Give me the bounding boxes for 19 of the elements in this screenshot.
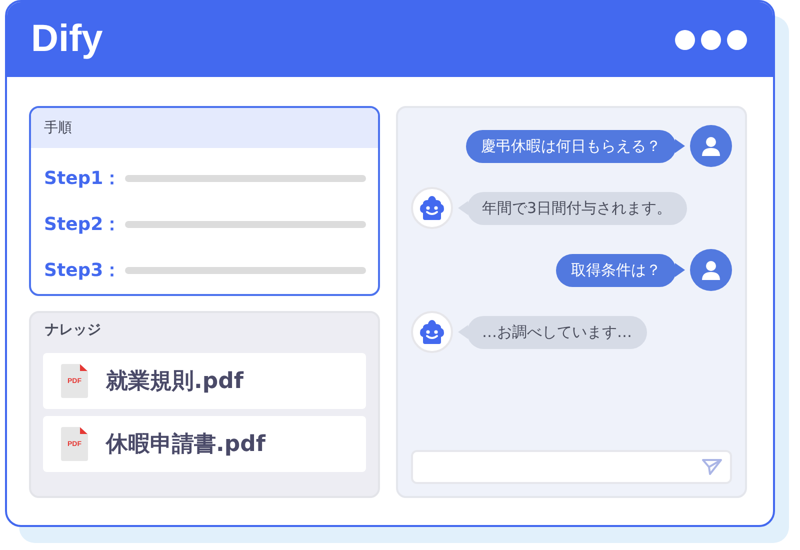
user-message: 取得条件は？ bbox=[556, 254, 676, 286]
bot-message: …お調べしています… bbox=[467, 316, 647, 348]
message-input[interactable] bbox=[411, 450, 732, 484]
step-label: Step2： bbox=[44, 213, 122, 236]
more-icon[interactable] bbox=[675, 30, 747, 50]
step-label: Step3： bbox=[44, 259, 122, 282]
bot-message: 年間で3日間付与されます。 bbox=[467, 192, 687, 224]
window-title: Dify bbox=[31, 18, 103, 61]
user-icon bbox=[700, 135, 722, 157]
steps-title: 手順 bbox=[31, 108, 378, 148]
user-message: 慶弔休暇は何日もらえる？ bbox=[466, 130, 676, 162]
user-icon bbox=[700, 259, 722, 281]
send-icon[interactable] bbox=[702, 458, 722, 476]
robot-icon bbox=[419, 196, 445, 220]
robot-icon bbox=[419, 320, 445, 344]
knowledge-title: ナレッジ bbox=[45, 321, 102, 339]
step-label: Step1： bbox=[44, 167, 122, 190]
file-name: 就業規則.pdf bbox=[106, 368, 244, 396]
file-name: 休暇申請書.pdf bbox=[106, 431, 266, 459]
